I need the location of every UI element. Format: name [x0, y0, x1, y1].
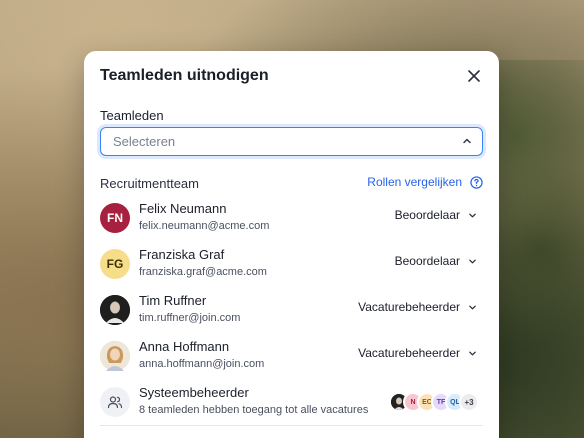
role-dropdown[interactable]: Vacaturebeheerder: [358, 300, 477, 314]
admin-description: 8 teamleden hebben toegang tot alle vaca…: [139, 404, 369, 416]
member-row: Anna Hoffmann anna.hoffmann@join.com Vac…: [100, 336, 483, 376]
role-dropdown[interactable]: Beoordelaar: [395, 208, 477, 222]
member-email: felix.neumann@acme.com: [139, 220, 270, 232]
member-name: Felix Neumann: [139, 201, 227, 216]
admin-avatar-stack[interactable]: N EC TF QL +3: [389, 392, 479, 412]
chevron-down-icon: [469, 213, 476, 217]
team-member-select[interactable]: Selecteren: [100, 127, 483, 156]
role-label: Beoordelaar: [394, 208, 460, 222]
role-dropdown[interactable]: Beoordelaar: [395, 254, 477, 268]
chevron-down-icon: [469, 259, 476, 263]
member-name: Tim Ruffner: [139, 293, 207, 308]
role-label: Vacaturebeheerder: [358, 300, 460, 314]
chevron-down-icon: [469, 305, 476, 309]
chevron-down-icon: [469, 351, 476, 355]
member-name: Anna Hoffmann: [139, 339, 230, 354]
admin-row: Systeembeheerder 8 teamleden hebben toeg…: [100, 382, 483, 422]
team-field-label: Teamleden: [100, 108, 164, 123]
chevron-up-icon: [463, 138, 471, 144]
avatar: FN: [100, 203, 130, 233]
close-icon: [468, 70, 480, 82]
dialog-title: Teamleden uitnodigen: [100, 67, 269, 84]
stack-more-count: +3: [459, 392, 479, 412]
avatar: [100, 341, 130, 371]
avatar: FG: [100, 249, 130, 279]
compare-roles-label: Rollen vergelijken: [367, 175, 462, 189]
role-label: Beoordelaar: [394, 254, 460, 268]
footer-divider: [100, 425, 483, 426]
users-icon: [107, 396, 123, 409]
member-email: tim.ruffner@join.com: [139, 312, 241, 324]
person-photo-icon: [100, 341, 130, 371]
close-button[interactable]: [463, 65, 485, 87]
member-row: Tim Ruffner tim.ruffner@join.com Vacatur…: [100, 290, 483, 330]
person-photo-icon: [100, 295, 130, 325]
member-name: Franziska Graf: [139, 247, 225, 262]
help-circle-icon: [470, 175, 483, 189]
member-row: FG Franziska Graf franziska.graf@acme.co…: [100, 244, 483, 284]
select-placeholder: Selecteren: [113, 134, 176, 149]
avatar: [100, 295, 130, 325]
admin-avatar: [100, 387, 130, 417]
member-email: anna.hoffmann@join.com: [139, 358, 265, 370]
section-title: Recruitmentteam: [100, 176, 199, 191]
member-email: franziska.graf@acme.com: [139, 266, 267, 278]
role-label: Vacaturebeheerder: [358, 346, 460, 360]
admin-name: Systeembeheerder: [139, 385, 249, 400]
invite-dialog: Teamleden uitnodigen Teamleden Selectere…: [84, 51, 499, 438]
compare-roles-link[interactable]: Rollen vergelijken: [367, 175, 483, 189]
role-dropdown[interactable]: Vacaturebeheerder: [358, 346, 477, 360]
member-row: FN Felix Neumann felix.neumann@acme.com …: [100, 198, 483, 238]
